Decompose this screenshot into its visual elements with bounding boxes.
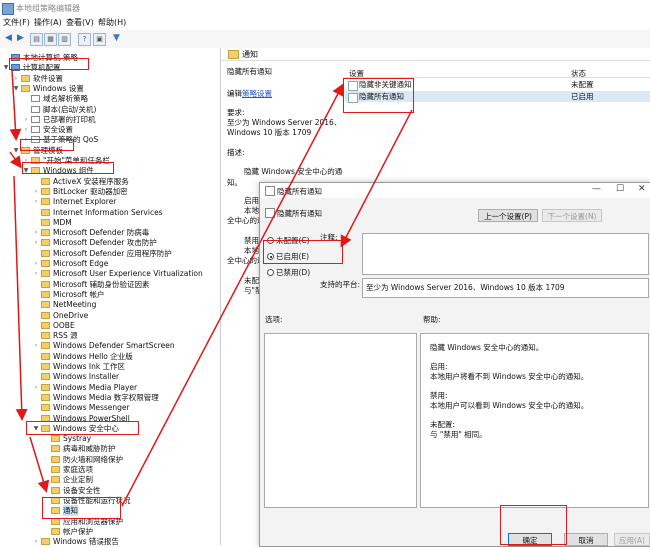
annotation-arrow bbox=[9, 151, 22, 169]
annotation-arrows bbox=[9, 69, 413, 507]
annotation-arrow bbox=[121, 83, 344, 507]
annotation-arrow bbox=[29, 436, 50, 493]
annotation-arrow bbox=[9, 69, 22, 141]
annotation-arrow bbox=[340, 109, 413, 248]
annotation-arrow bbox=[13, 175, 28, 421]
